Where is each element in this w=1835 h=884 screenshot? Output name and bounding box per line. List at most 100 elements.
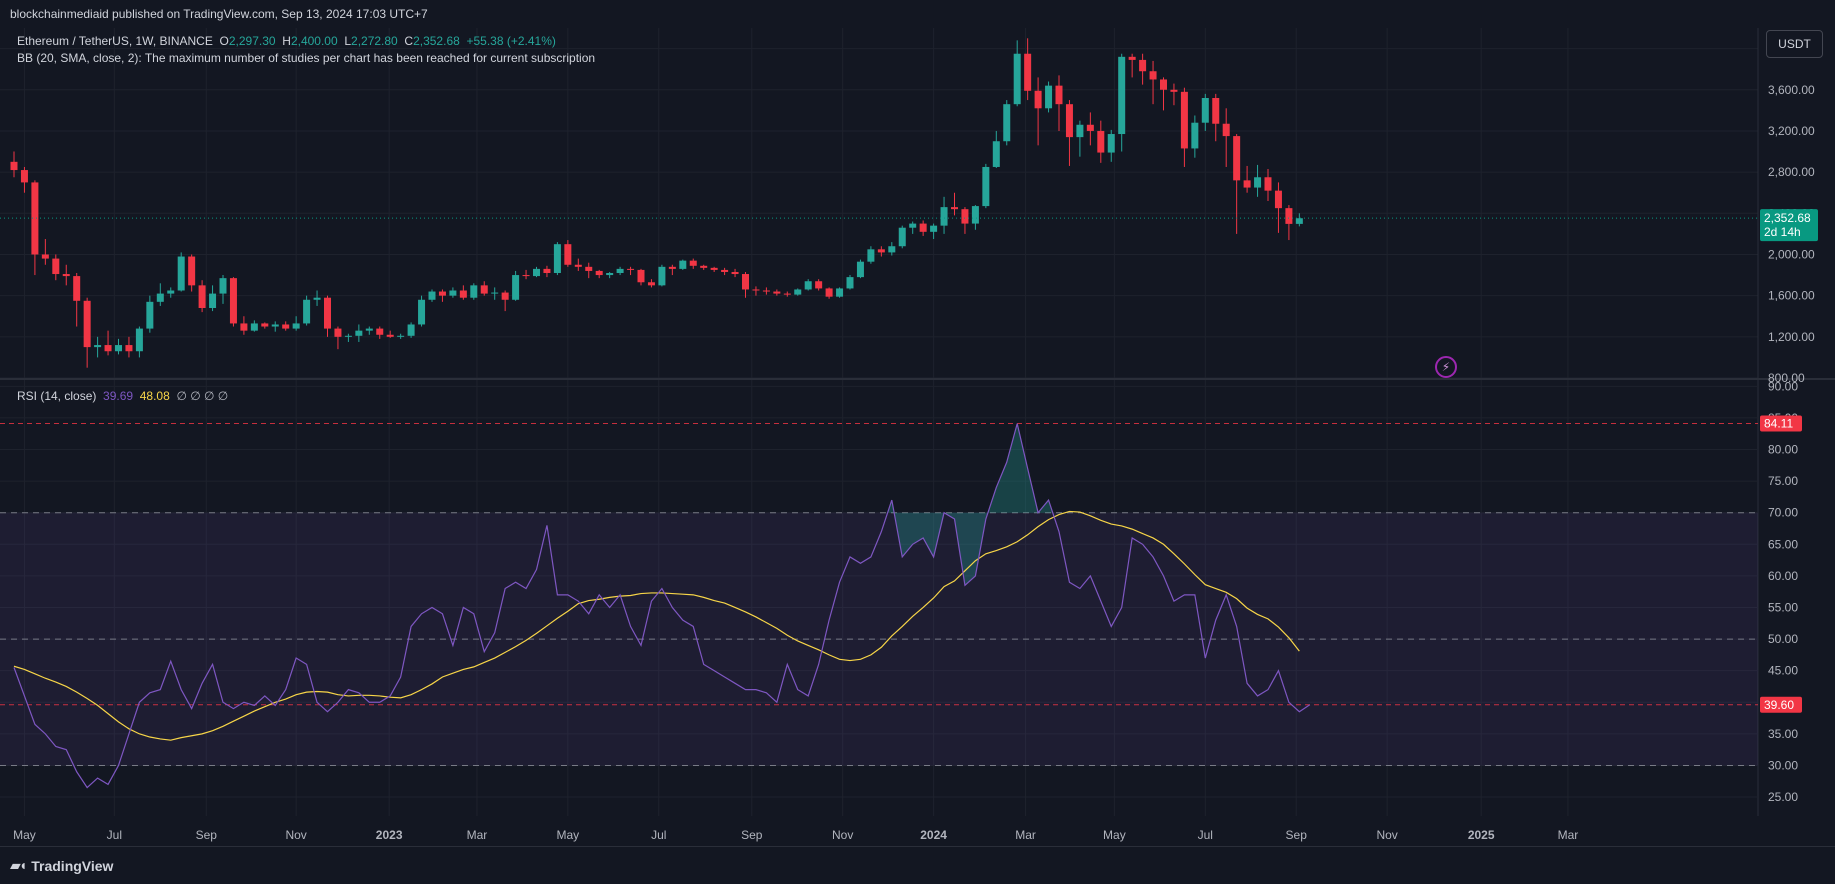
- x-tick-label: Sep: [196, 828, 218, 842]
- candle-body: [1191, 122, 1199, 149]
- chart-area[interactable]: May Jul Sep Nov 2023 Mar May Jul Sep Nov 2024 Mar Ma…: [0, 28, 1835, 846]
- publisher-line: blockchainmediaid published on TradingVi…: [10, 7, 428, 21]
- rsi-band-background: [0, 423, 1758, 766]
- candle-body: [1243, 180, 1251, 188]
- candle-body: [585, 266, 593, 271]
- candle-body: [1139, 59, 1147, 72]
- candle-body: [1097, 130, 1105, 153]
- candle-body: [146, 301, 154, 329]
- x-tick-label: Jul: [651, 828, 666, 842]
- candle-body: [449, 290, 457, 296]
- x-tick-label: May: [557, 828, 580, 842]
- candle-body: [135, 328, 143, 352]
- publish-header: blockchainmediaid published on TradingVi…: [0, 0, 1835, 28]
- candle-body: [637, 269, 645, 283]
- candle-body: [898, 227, 906, 247]
- candle-body: [1160, 79, 1167, 90]
- candle-body: [1295, 218, 1303, 224]
- candle-body: [940, 207, 948, 226]
- candle-body: [62, 274, 70, 277]
- rsi-title: RSI (14, close): [17, 389, 97, 403]
- candle-body: [982, 166, 990, 207]
- candle-body: [804, 281, 812, 290]
- candle-body: [407, 324, 415, 336]
- candle-body: [856, 261, 864, 278]
- x-tick-label: Mar: [467, 828, 488, 842]
- low-value: 2,272.80: [351, 34, 398, 48]
- candle-body: [334, 328, 342, 337]
- candle-body: [1149, 71, 1157, 80]
- candle-body: [1034, 90, 1042, 109]
- candle-body: [1233, 136, 1241, 181]
- candle-body: [1013, 53, 1021, 105]
- flash-icon[interactable]: ⚡: [1435, 356, 1457, 378]
- candle-body: [616, 268, 624, 273]
- price-tick-label: 2,800.00: [1768, 165, 1815, 179]
- rsi-tick-label: 50.00: [1768, 632, 1798, 646]
- candle-body: [1128, 56, 1136, 60]
- rsi-tick-label: 65.00: [1768, 537, 1798, 551]
- candle-body: [480, 285, 488, 294]
- candle-body: [10, 161, 18, 171]
- candle-body: [888, 246, 896, 253]
- candle-body: [177, 256, 185, 291]
- candle-body: [365, 328, 373, 331]
- rsi-high-badge-text: 84.11: [1764, 417, 1793, 431]
- candle-body: [292, 323, 300, 329]
- candle-body: [386, 334, 394, 337]
- candle-body: [1212, 98, 1220, 124]
- candle-body: [94, 345, 102, 348]
- candle-body: [240, 323, 248, 331]
- last-price-badge: 2,352.682d 14h: [1760, 209, 1818, 242]
- candle-body: [229, 278, 237, 324]
- rsi-tick-label: 60.00: [1768, 569, 1798, 583]
- price-tick-label: 3,600.00: [1768, 83, 1815, 97]
- candle-body: [658, 266, 666, 286]
- candle-body: [522, 275, 530, 277]
- candle-body: [1254, 177, 1262, 188]
- candle-body: [930, 225, 938, 232]
- candle-body: [1222, 123, 1230, 137]
- x-tick-label: Jul: [1198, 828, 1213, 842]
- candle-body: [282, 324, 290, 329]
- candle-body: [553, 244, 561, 273]
- candle-body: [919, 223, 927, 232]
- x-tick-label: 2025: [1468, 828, 1495, 842]
- tradingview-logo[interactable]: ▰◖ TradingView: [10, 857, 113, 874]
- rsi-ma-value: 48.08: [139, 389, 170, 403]
- rsi-value: 39.69: [103, 389, 134, 403]
- x-tick-label: Nov: [1376, 828, 1397, 842]
- candle-body: [1086, 124, 1094, 131]
- candles-layer: [0, 38, 1758, 368]
- candle-body: [627, 268, 635, 270]
- candle-body: [167, 290, 175, 294]
- candle-body: [533, 268, 540, 277]
- candle-body: [815, 281, 823, 289]
- candle-body: [1076, 124, 1084, 138]
- currency-button[interactable]: USDT: [1766, 30, 1823, 58]
- candle-body: [1170, 89, 1178, 92]
- rsi-tick-label: 30.00: [1768, 758, 1798, 772]
- chart-canvas[interactable]: May Jul Sep Nov 2023 Mar May Jul Sep Nov 2024 Mar Ma…: [0, 28, 1835, 846]
- candle-body: [501, 292, 509, 300]
- candle-body: [752, 289, 760, 291]
- x-tick-label: Nov: [285, 828, 306, 842]
- rsi-tick-label: 55.00: [1768, 600, 1798, 614]
- candle-body: [20, 170, 28, 183]
- rsi-tick-label: 75.00: [1768, 474, 1798, 488]
- candle-body: [679, 260, 687, 269]
- close-value: 2,352.68: [413, 34, 460, 48]
- candle-body: [909, 223, 917, 228]
- price-tick-label: 1,600.00: [1768, 289, 1815, 303]
- x-tick-label: Jul: [107, 828, 122, 842]
- rsi-tick-label: 80.00: [1768, 443, 1798, 457]
- candle-body: [1003, 104, 1011, 142]
- open-value: 2,297.30: [228, 34, 276, 48]
- candle-body: [1024, 53, 1032, 91]
- low-label: L: [344, 34, 352, 48]
- candle-body: [543, 268, 551, 273]
- bb-legend: BB (20, SMA, close, 2): The maximum numb…: [17, 51, 595, 65]
- candle-body: [668, 266, 676, 269]
- candle-body: [344, 335, 352, 337]
- footer: ▰◖ TradingView: [0, 846, 1835, 884]
